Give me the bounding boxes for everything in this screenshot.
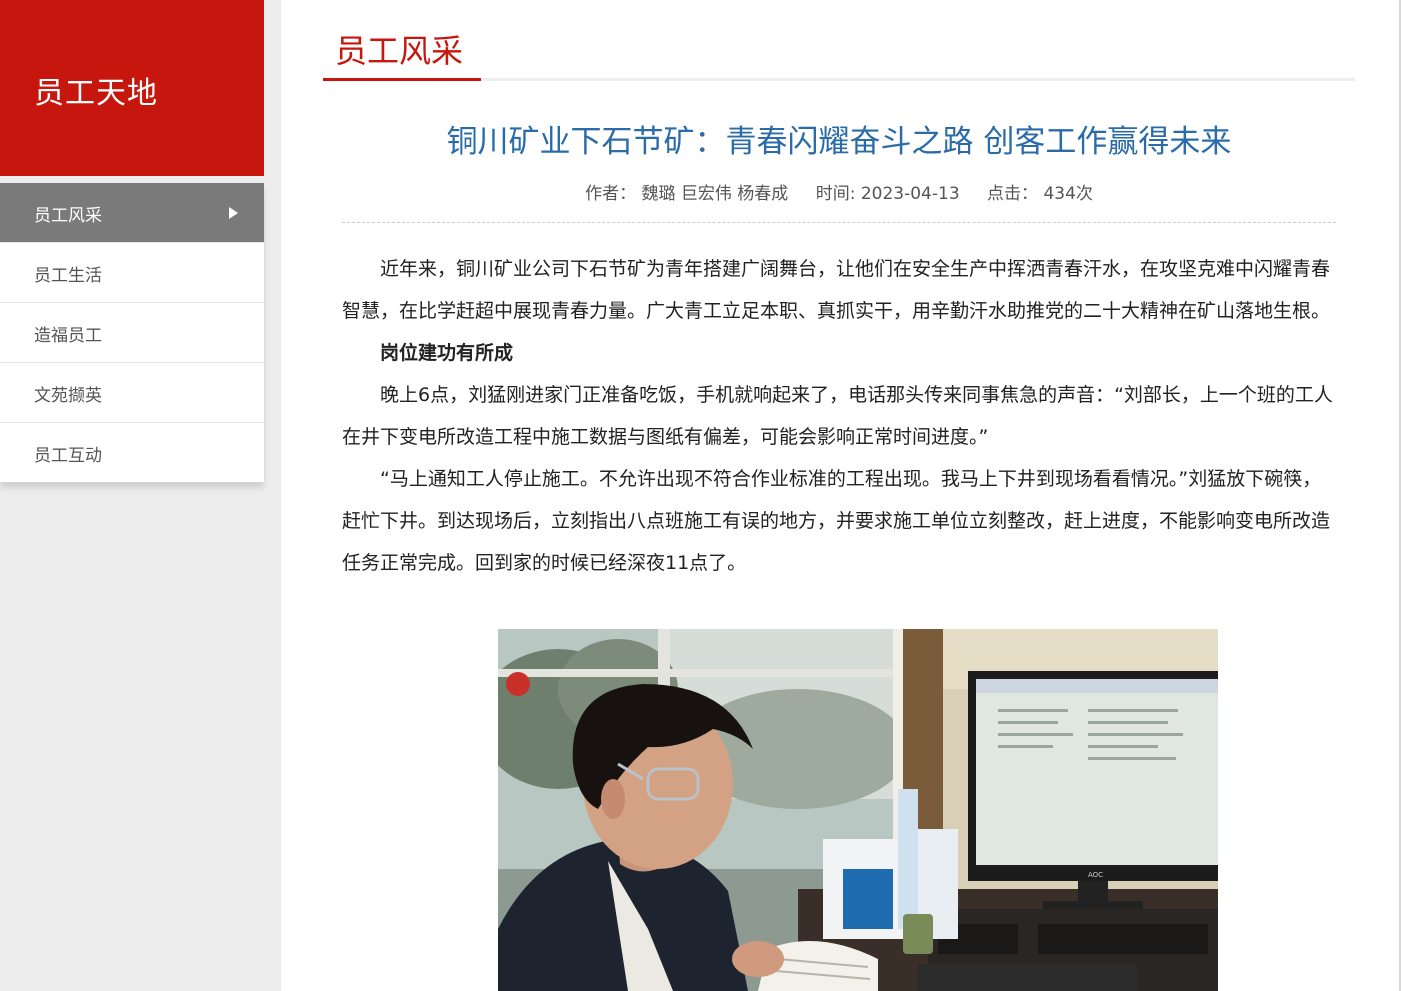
sidebar-item-employee-style[interactable]: 员工风采 xyxy=(0,183,264,243)
sidebar-title: 员工天地 xyxy=(34,76,158,111)
section-title-underline xyxy=(323,78,481,81)
sidebar-item-label: 员工互动 xyxy=(34,446,102,466)
article-clicks: 点击： 434次 xyxy=(987,184,1093,204)
section-header: 员工风采 xyxy=(323,0,1355,82)
main-panel: 员工风采 铜川矿业下石节矿：青春闪耀奋斗之路 创客工作赢得未来 作者： 魏璐 巨… xyxy=(281,0,1399,991)
sidebar-item-employee-interaction[interactable]: 员工互动 xyxy=(0,423,264,482)
sidebar-header: 员工天地 xyxy=(0,0,264,176)
article-paragraph: 晚上6点，刘猛刚进家门正准备吃饭，手机就响起来了，电话那头传来同事焦急的声音：“… xyxy=(342,384,1333,448)
article-paragraph: 近年来，铜川矿业公司下石节矿为青年搭建广阔舞台，让他们在安全生产中挥洒青春汗水，… xyxy=(342,258,1331,322)
sidebar-item-label: 员工风采 xyxy=(34,206,102,226)
article-photo: AOC xyxy=(498,629,1218,991)
sidebar-item-literature[interactable]: 文苑撷英 xyxy=(0,363,264,423)
article-paragraph: “马上通知工人停止施工。不允许出现不符合作业标准的工程出现。我马上下井到现场看看… xyxy=(342,468,1331,574)
article-subheading: 岗位建功有所成 xyxy=(380,342,514,364)
caret-right-icon xyxy=(229,207,238,219)
sidebar-item-label: 文苑撷英 xyxy=(34,386,102,406)
sidebar-item-employee-life[interactable]: 员工生活 xyxy=(0,243,264,303)
sidebar: 员工天地 员工风采 员工生活 造福员工 文苑撷英 员工互动 xyxy=(0,0,264,991)
photo-illustration: AOC xyxy=(498,629,1218,991)
monitor-brand: AOC xyxy=(1088,871,1103,879)
sidebar-item-label: 造福员工 xyxy=(34,326,102,346)
article-date: 时间: 2023-04-13 xyxy=(815,184,960,204)
section-title: 员工风采 xyxy=(335,32,464,70)
meta-divider xyxy=(342,222,1336,223)
article-body: 近年来，铜川矿业公司下石节矿为青年搭建广阔舞台，让他们在安全生产中挥洒青春汗水，… xyxy=(342,248,1336,584)
sidebar-item-employee-welfare[interactable]: 造福员工 xyxy=(0,303,264,363)
sidebar-gap xyxy=(0,176,264,183)
article-meta: 作者： 魏璐 巨宏伟 杨春成 时间: 2023-04-13 点击： 434次 xyxy=(323,179,1355,204)
page: 员工天地 员工风采 员工生活 造福员工 文苑撷英 员工互动 员工风采 铜川矿业下… xyxy=(0,0,1401,991)
article-author: 作者： 魏璐 巨宏伟 杨春成 xyxy=(585,184,789,204)
article-title: 铜川矿业下石节矿：青春闪耀奋斗之路 创客工作赢得未来 xyxy=(446,124,1232,160)
sidebar-nav: 员工风采 员工生活 造福员工 文苑撷英 员工互动 xyxy=(0,183,264,482)
sidebar-item-label: 员工生活 xyxy=(34,266,102,286)
